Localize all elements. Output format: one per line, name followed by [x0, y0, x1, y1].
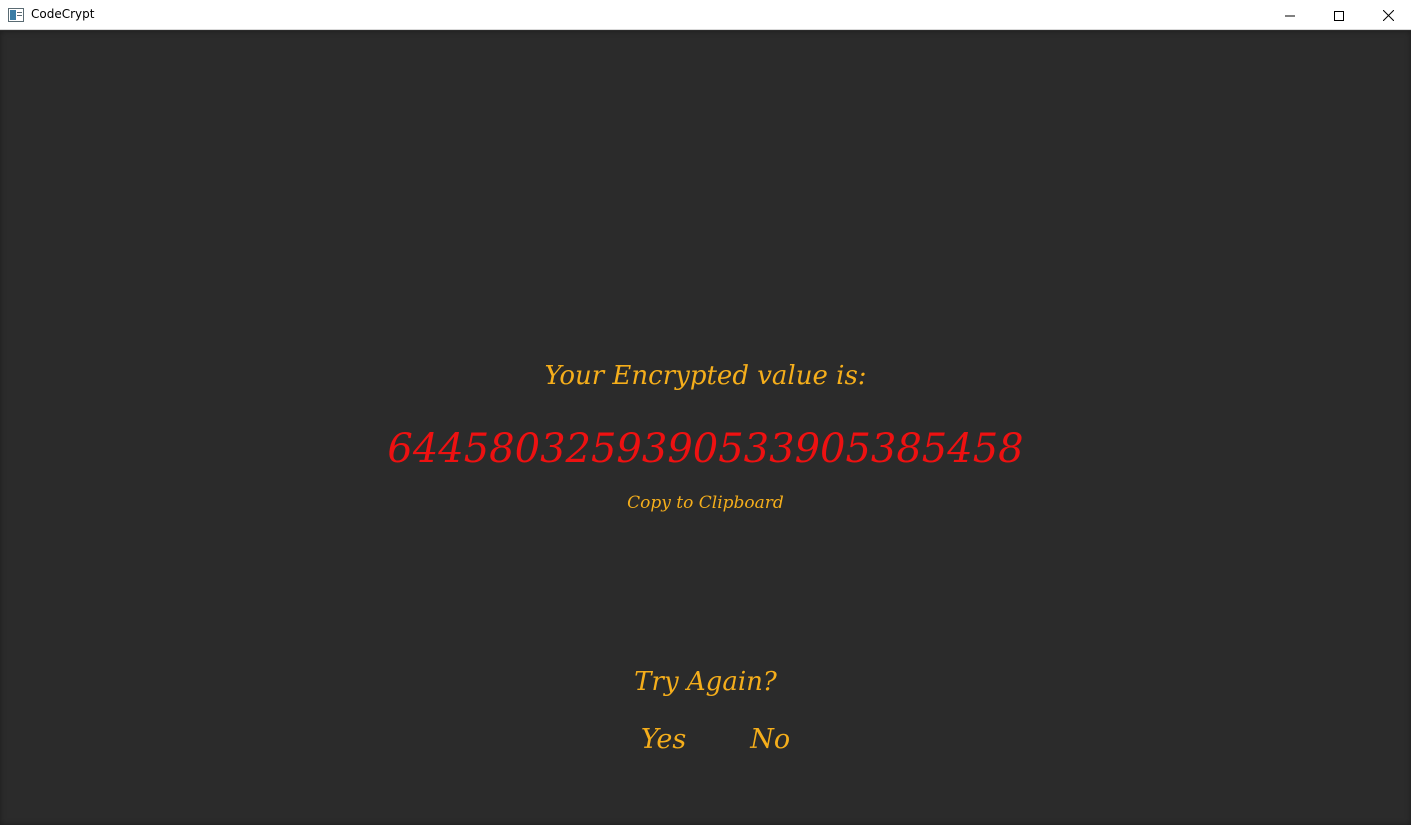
minimize-button[interactable]: [1267, 0, 1313, 30]
window-title: CodeCrypt: [31, 7, 95, 21]
result-heading: Your Encrypted value is:: [544, 361, 867, 391]
close-button[interactable]: [1365, 0, 1411, 30]
app-window: CodeCrypt Your Encrypted value is: 64458…: [0, 0, 1411, 825]
main-content: Your Encrypted value is: 644580325939053…: [0, 31, 1411, 825]
choice-row: Yes No: [0, 724, 1411, 755]
close-icon: [1382, 6, 1394, 25]
app-icon: [8, 7, 24, 22]
maximize-button[interactable]: [1316, 0, 1362, 30]
maximize-icon: [1334, 6, 1344, 25]
yes-button[interactable]: Yes: [641, 724, 686, 755]
no-button[interactable]: No: [750, 724, 790, 755]
minimize-icon: [1285, 6, 1295, 25]
try-again-label: Try Again?: [634, 667, 777, 697]
title-bar[interactable]: CodeCrypt: [0, 0, 1411, 30]
copy-to-clipboard-button[interactable]: Copy to Clipboard: [0, 493, 1411, 513]
encrypted-value: 6445803259390533905385458: [387, 426, 1024, 472]
